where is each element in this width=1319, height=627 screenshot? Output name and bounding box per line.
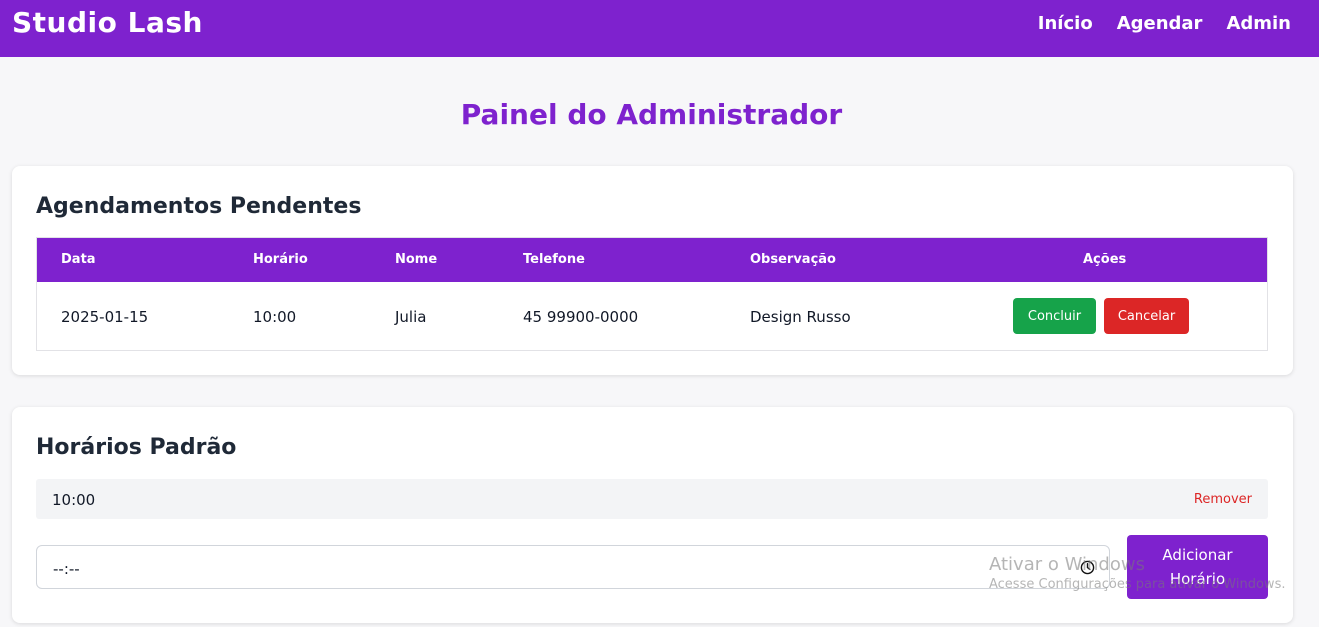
column-header-acoes: Ações xyxy=(1083,252,1127,267)
cell-name: Julia xyxy=(395,308,427,326)
nav-links: Início Agendar Admin xyxy=(1038,13,1291,34)
column-header-nome: Nome xyxy=(395,252,438,267)
nav-link-inicio[interactable]: Início xyxy=(1038,13,1093,34)
pending-appointments-card: Agendamentos Pendentes Data Horário Nome… xyxy=(12,166,1293,375)
cell-date: 2025-01-15 xyxy=(61,308,149,326)
nav-link-agendar[interactable]: Agendar xyxy=(1117,13,1203,34)
page-title: Painel do Administrador xyxy=(460,98,843,131)
slot-time: 10:00 xyxy=(52,491,96,509)
slot-item: 10:00 Remover xyxy=(36,479,1268,519)
cell-note: Design Russo xyxy=(750,308,851,326)
nav-link-admin[interactable]: Admin xyxy=(1226,13,1291,34)
cell-time: 10:00 xyxy=(253,308,297,326)
cell-phone: 45 99900-0000 xyxy=(523,308,639,326)
time-input[interactable]: --:-- xyxy=(36,545,1110,589)
brand-logo[interactable]: Studio Lash xyxy=(12,6,203,39)
remove-slot-button[interactable]: Remover xyxy=(1194,492,1252,507)
navbar: Studio Lash Início Agendar Admin xyxy=(0,0,1319,57)
table-row: 2025-01-15 10:00 Julia 45 99900-0000 Des… xyxy=(37,282,1267,350)
column-header-horario: Horário xyxy=(253,252,308,267)
appointments-table: Data Horário Nome Telefone Observação Aç… xyxy=(36,237,1268,351)
column-header-observacao: Observação xyxy=(750,252,836,267)
add-slot-label-line1: Adicionar xyxy=(1162,546,1233,564)
table-header: Data Horário Nome Telefone Observação Aç… xyxy=(37,238,1267,282)
default-slots-card: Horários Padrão 10:00 Remover --:-- Adic… xyxy=(12,407,1293,623)
column-header-data: Data xyxy=(61,252,96,267)
pending-appointments-title: Agendamentos Pendentes xyxy=(36,194,362,219)
cancel-button[interactable]: Cancelar xyxy=(1104,298,1189,334)
conclude-button[interactable]: Concluir xyxy=(1013,298,1096,334)
add-slot-button[interactable]: Adicionar Horário xyxy=(1127,535,1268,599)
column-header-telefone: Telefone xyxy=(523,252,585,267)
add-slot-label-line2: Horário xyxy=(1169,570,1226,588)
clock-icon[interactable] xyxy=(1080,560,1095,575)
default-slots-title: Horários Padrão xyxy=(36,435,237,460)
time-input-value: --:-- xyxy=(53,560,80,578)
